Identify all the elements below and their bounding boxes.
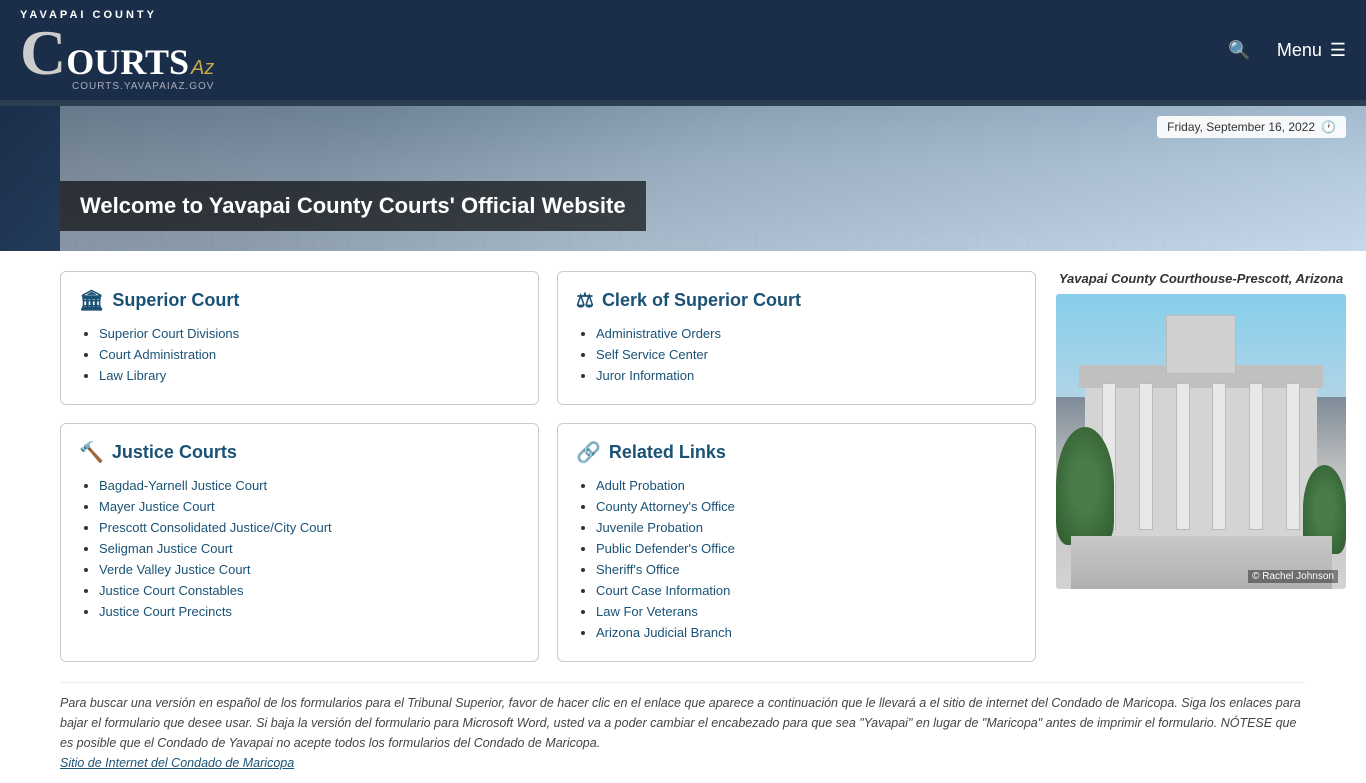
superior-court-label: Superior Court [112, 290, 239, 311]
search-icon: 🔍 [1228, 40, 1250, 60]
logo-area: YAVAPAI COUNTY C OURTS Az COURTS.YAVAPAI… [20, 9, 214, 92]
menu-label: Menu [1277, 40, 1322, 61]
sheriffs-office-link[interactable]: Sheriff's Office [596, 562, 680, 577]
logo-courts: C OURTS Az [20, 21, 214, 85]
justice-courts-title: 🔨 Justice Courts [79, 440, 520, 465]
list-item: Sheriff's Office [596, 561, 1017, 577]
main-content: 🏛 Superior Court Superior Court Division… [0, 251, 1366, 672]
list-item: Self Service Center [596, 346, 1017, 362]
logo-ourts: OURTS [66, 41, 189, 83]
column [1249, 383, 1263, 531]
logo-az: Az [191, 57, 214, 80]
clerk-court-links: Administrative Orders Self Service Cente… [576, 325, 1017, 383]
list-item: Court Administration [99, 346, 520, 362]
list-item: Administrative Orders [596, 325, 1017, 341]
superior-court-icon: 🏛 [79, 288, 104, 313]
justice-courts-card: 🔨 Justice Courts Bagdad-Yarnell Justice … [60, 423, 539, 662]
administrative-orders-link[interactable]: Administrative Orders [596, 326, 721, 341]
photo-credit: © Rachel Johnson [1248, 570, 1338, 583]
justice-courts-links: Bagdad-Yarnell Justice Court Mayer Justi… [79, 477, 520, 619]
logo-c: C [20, 21, 66, 85]
clerk-court-card: ⚖ Clerk of Superior Court Administrative… [557, 271, 1036, 405]
list-item: Verde Valley Justice Court [99, 561, 520, 577]
related-links-title: 🔗 Related Links [576, 440, 1017, 465]
justice-courts-label: Justice Courts [112, 442, 237, 463]
list-item: Adult Probation [596, 477, 1017, 493]
header: YAVAPAI COUNTY C OURTS Az COURTS.YAVAPAI… [0, 0, 1366, 100]
court-case-info-link[interactable]: Court Case Information [596, 583, 730, 598]
list-item: Law For Veterans [596, 603, 1017, 619]
clerk-court-title: ⚖ Clerk of Superior Court [576, 288, 1017, 313]
superior-court-links: Superior Court Divisions Court Administr… [79, 325, 520, 383]
list-item: Juror Information [596, 367, 1017, 383]
related-links-card: 🔗 Related Links Adult Probation County A… [557, 423, 1036, 662]
column [1139, 383, 1153, 531]
seligman-justice-link[interactable]: Seligman Justice Court [99, 541, 233, 556]
list-item: Mayer Justice Court [99, 498, 520, 514]
clock-icon: 🕐 [1321, 120, 1336, 134]
clerk-court-label: Clerk of Superior Court [602, 290, 801, 311]
list-item: Court Case Information [596, 582, 1017, 598]
list-item: Bagdad-Yarnell Justice Court [99, 477, 520, 493]
justice-court-constables-link[interactable]: Justice Court Constables [99, 583, 244, 598]
clerk-court-icon: ⚖ [576, 288, 594, 313]
list-item: Justice Court Precincts [99, 603, 520, 619]
hero-title: Welcome to Yavapai County Courts' Offici… [60, 181, 646, 231]
footer-text: Para buscar una versión en español de lo… [60, 696, 1301, 750]
adult-probation-link[interactable]: Adult Probation [596, 478, 685, 493]
list-item: Juvenile Probation [596, 519, 1017, 535]
header-right: 🔍 Menu ☰ [1222, 34, 1346, 67]
list-item: County Attorney's Office [596, 498, 1017, 514]
courthouse-image: © Rachel Johnson [1056, 294, 1346, 589]
law-library-link[interactable]: Law Library [99, 368, 166, 383]
related-links-icon: 🔗 [576, 440, 601, 465]
mayer-justice-link[interactable]: Mayer Justice Court [99, 499, 215, 514]
menu-icon: ☰ [1330, 40, 1346, 61]
list-item: Prescott Consolidated Justice/City Court [99, 519, 520, 535]
law-for-veterans-link[interactable]: Law For Veterans [596, 604, 698, 619]
court-administration-link[interactable]: Court Administration [99, 347, 216, 362]
justice-court-precincts-link[interactable]: Justice Court Precincts [99, 604, 232, 619]
prescott-consolidated-link[interactable]: Prescott Consolidated Justice/City Court [99, 520, 332, 535]
hero-title-text: Welcome to Yavapai County Courts' Offici… [80, 193, 626, 218]
list-item: Seligman Justice Court [99, 540, 520, 556]
list-item: Superior Court Divisions [99, 325, 520, 341]
arizona-judicial-link[interactable]: Arizona Judicial Branch [596, 625, 732, 640]
logo-subtitle: COURTS.YAVAPAIAZ.GOV [72, 81, 214, 92]
cards-area: 🏛 Superior Court Superior Court Division… [60, 271, 1036, 662]
sidebar-image-area: Yavapai County Courthouse-Prescott, Ariz… [1056, 271, 1346, 662]
hero-date: Friday, September 16, 2022 🕐 [1157, 116, 1346, 138]
column [1286, 383, 1300, 531]
menu-button[interactable]: Menu ☰ [1277, 40, 1346, 61]
list-item: Arizona Judicial Branch [596, 624, 1017, 640]
superior-court-title: 🏛 Superior Court [79, 288, 520, 313]
column [1176, 383, 1190, 531]
list-item: Law Library [99, 367, 520, 383]
related-links-label: Related Links [609, 442, 726, 463]
hero-banner: Friday, September 16, 2022 🕐 Welcome to … [0, 106, 1366, 251]
building-columns [1091, 383, 1311, 531]
clock-tower [1166, 315, 1236, 374]
column [1212, 383, 1226, 531]
justice-courts-icon: 🔨 [79, 440, 104, 465]
bagdad-yarnell-link[interactable]: Bagdad-Yarnell Justice Court [99, 478, 267, 493]
related-links-list: Adult Probation County Attorney's Office… [576, 477, 1017, 640]
county-attorney-link[interactable]: County Attorney's Office [596, 499, 735, 514]
juror-information-link[interactable]: Juror Information [596, 368, 694, 383]
date-text: Friday, September 16, 2022 [1167, 120, 1315, 134]
public-defender-link[interactable]: Public Defender's Office [596, 541, 735, 556]
courthouse-caption: Yavapai County Courthouse-Prescott, Ariz… [1056, 271, 1346, 286]
juvenile-probation-link[interactable]: Juvenile Probation [596, 520, 703, 535]
trees-left [1056, 427, 1114, 545]
search-button[interactable]: 🔍 [1222, 34, 1256, 67]
superior-court-card: 🏛 Superior Court Superior Court Division… [60, 271, 539, 405]
list-item: Public Defender's Office [596, 540, 1017, 556]
self-service-center-link[interactable]: Self Service Center [596, 347, 708, 362]
verde-valley-link[interactable]: Verde Valley Justice Court [99, 562, 251, 577]
superior-court-divisions-link[interactable]: Superior Court Divisions [99, 326, 239, 341]
list-item: Justice Court Constables [99, 582, 520, 598]
